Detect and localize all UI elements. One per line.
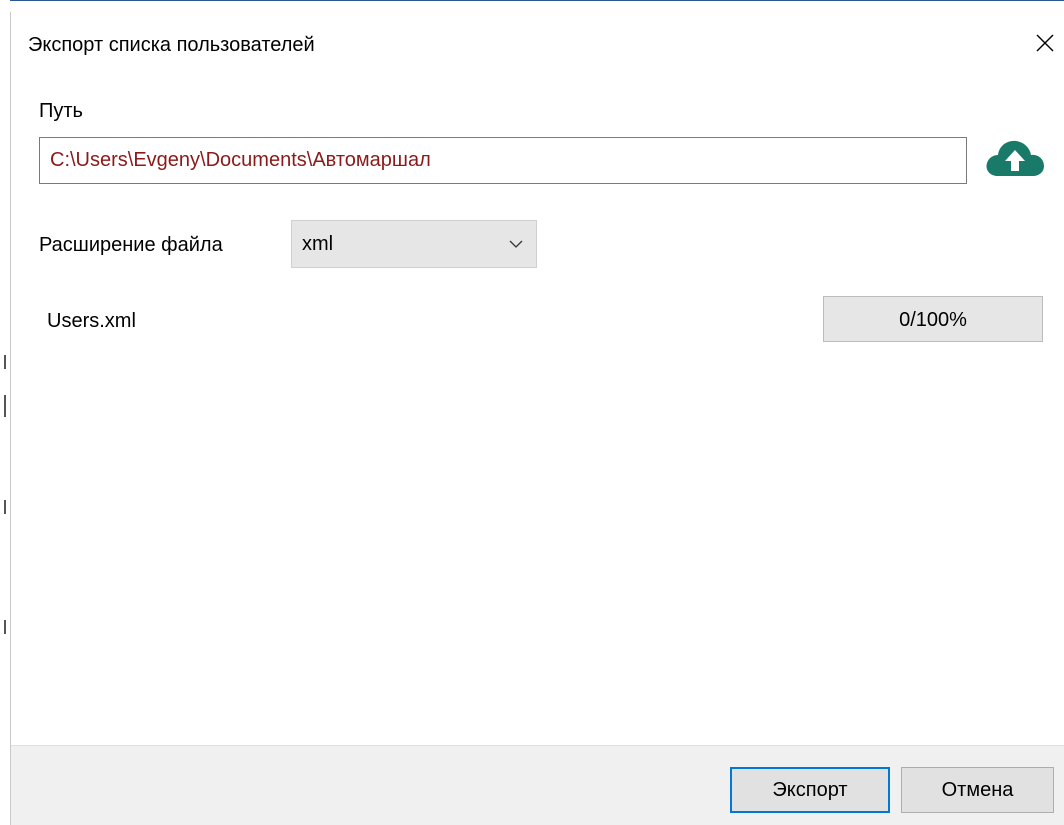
browse-upload-button[interactable] (982, 137, 1048, 184)
dialog-left-border (10, 0, 11, 825)
background-window-edge (0, 0, 10, 825)
extension-selected-value: xml (302, 233, 334, 255)
export-button[interactable]: Экспорт (730, 767, 890, 813)
chevron-down-icon (508, 236, 524, 257)
progress-text: 0/100% (899, 309, 967, 331)
title-bar[interactable]: Экспорт списка пользователей (11, 12, 1064, 72)
close-icon[interactable] (1035, 33, 1055, 58)
dialog-title: Экспорт списка пользователей (28, 34, 315, 56)
export-users-dialog: Экспорт списка пользователей Путь Расшир… (0, 0, 1064, 825)
extension-select[interactable]: xml (291, 220, 537, 268)
path-input[interactable] (39, 137, 967, 184)
close-button[interactable] (1026, 28, 1064, 62)
file-name: Users.xml (47, 310, 136, 332)
path-label: Путь (39, 100, 83, 122)
cancel-button[interactable]: Отмена (901, 767, 1054, 813)
dialog-top-border (10, 0, 1064, 12)
extension-label: Расширение файла (39, 234, 223, 256)
dialog-footer: Экспорт Отмена (11, 745, 1064, 825)
export-progress-bar: 0/100% (823, 296, 1043, 342)
cloud-upload-icon[interactable] (984, 138, 1046, 183)
